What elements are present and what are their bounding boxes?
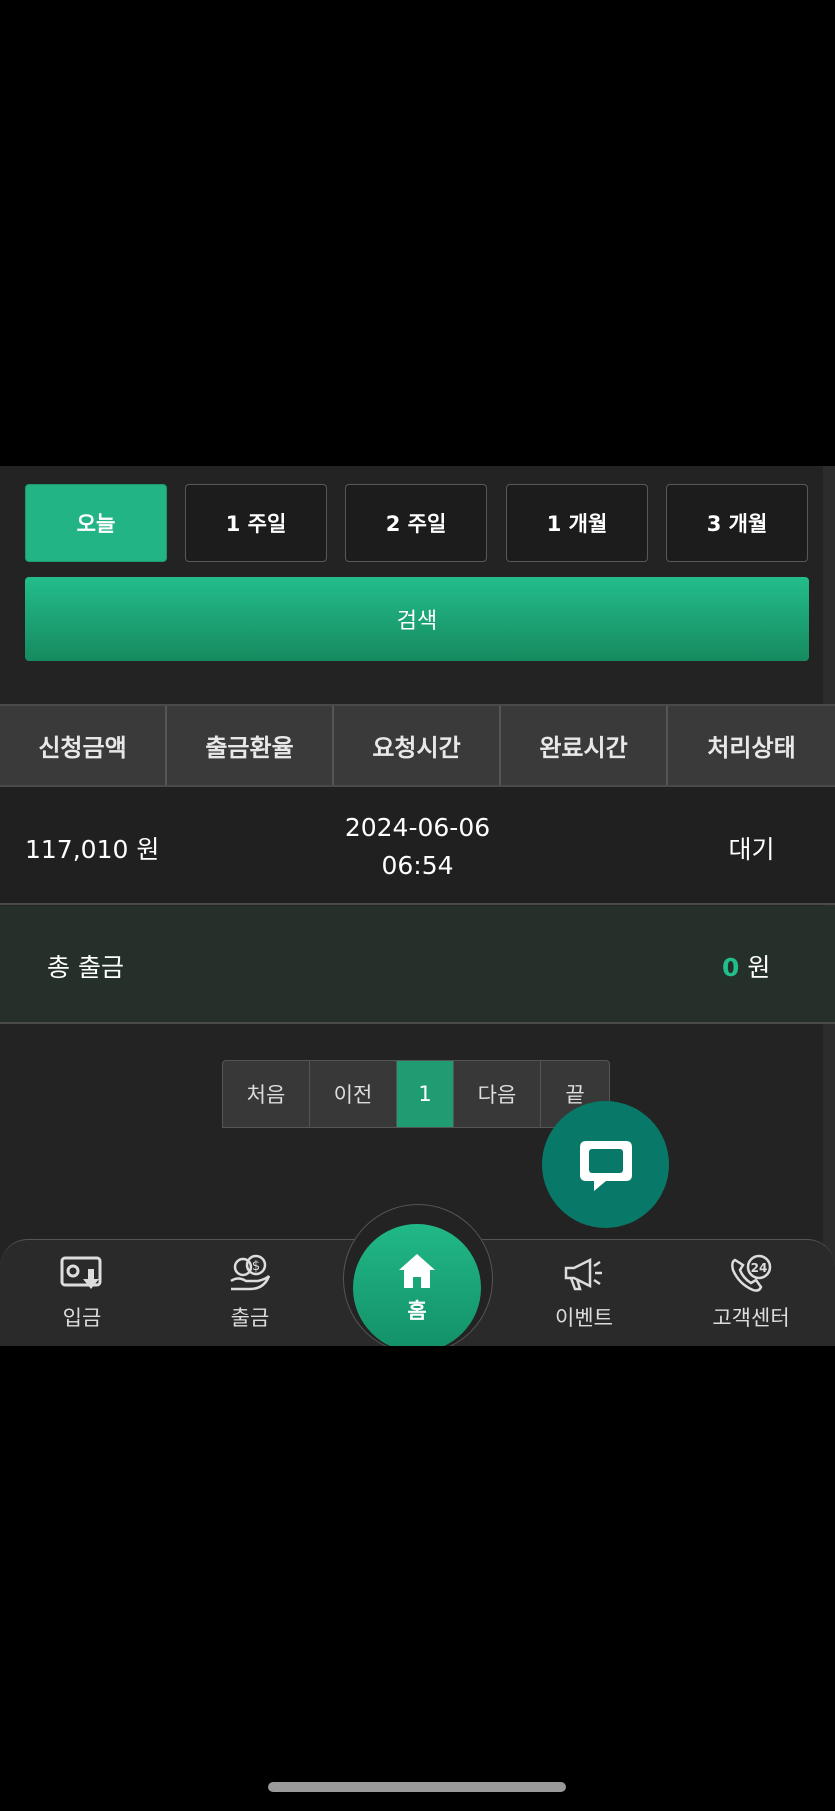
- total-row: 총 출금 0 원: [0, 906, 835, 1024]
- home-icon: [399, 1254, 435, 1288]
- megaphone-icon: [562, 1254, 606, 1294]
- cell-amount: 117,010 원: [25, 835, 160, 864]
- total-value: 0 원: [722, 948, 770, 984]
- svg-text:24: 24: [751, 1261, 768, 1275]
- cell-status: 대기: [728, 835, 775, 864]
- header-rate: 출금환율: [167, 706, 334, 785]
- nav-event-label: 이벤트: [555, 1306, 613, 1330]
- header-status: 처리상태: [707, 734, 796, 762]
- request-clock: 06:54: [381, 851, 454, 880]
- header-request-time: 요청시간: [334, 706, 501, 785]
- period-2week-button[interactable]: 2 주일: [345, 484, 487, 562]
- total-unit: 원: [747, 953, 771, 982]
- nav-deposit-label: 입금: [62, 1306, 102, 1330]
- deposit-icon: [60, 1254, 104, 1294]
- nav-withdraw[interactable]: $ 출금: [170, 1240, 330, 1346]
- total-amount: 0: [722, 953, 740, 982]
- nav-deposit[interactable]: 입금: [2, 1240, 162, 1346]
- header-amount: 신청금액: [0, 706, 167, 785]
- nav-withdraw-label: 출금: [230, 1306, 270, 1330]
- search-button[interactable]: 검색: [25, 577, 809, 661]
- period-1month-button[interactable]: 1 개월: [506, 484, 648, 562]
- period-1week-button[interactable]: 1 주일: [185, 484, 327, 562]
- header-complete-time: 완료시간: [501, 706, 668, 785]
- pagination: 처음 이전 1 다음 끝: [222, 1060, 610, 1128]
- svg-text:$: $: [252, 1259, 260, 1274]
- withdraw-icon: $: [228, 1254, 272, 1294]
- app-screen: 오늘 1 주일 2 주일 1 개월 3 개월 검색 신청금액 출금환율 요청시간…: [0, 466, 835, 1346]
- home-indicator[interactable]: [268, 1782, 566, 1792]
- support-24-icon: 24: [729, 1254, 773, 1294]
- period-today-button[interactable]: 오늘: [25, 484, 167, 562]
- period-3month-button[interactable]: 3 개월: [666, 484, 808, 562]
- request-date: 2024-06-06: [344, 813, 491, 842]
- page-prev-button[interactable]: 이전: [310, 1061, 397, 1127]
- table-header: 신청금액 출금환율 요청시간 완료시간 처리상태: [0, 704, 835, 787]
- nav-support[interactable]: 24 고객센터: [671, 1240, 831, 1346]
- nav-support-label: 고객센터: [712, 1306, 790, 1330]
- cell-request-time: 2024-06-06 06:54: [334, 809, 501, 885]
- nav-home-button[interactable]: 홈: [353, 1224, 481, 1346]
- chat-bubble-icon: [579, 1140, 632, 1191]
- page-first-button[interactable]: 처음: [223, 1061, 310, 1127]
- chat-button[interactable]: [542, 1101, 669, 1228]
- nav-event[interactable]: 이벤트: [504, 1240, 664, 1346]
- page-current-button[interactable]: 1: [397, 1061, 454, 1127]
- total-label: 총 출금: [47, 953, 124, 982]
- table-row: 117,010 원 2024-06-06 06:54 대기: [0, 787, 835, 905]
- page-next-button[interactable]: 다음: [454, 1061, 541, 1127]
- period-filter: 오늘 1 주일 2 주일 1 개월 3 개월: [25, 484, 809, 564]
- nav-home-label: 홈: [407, 1299, 427, 1323]
